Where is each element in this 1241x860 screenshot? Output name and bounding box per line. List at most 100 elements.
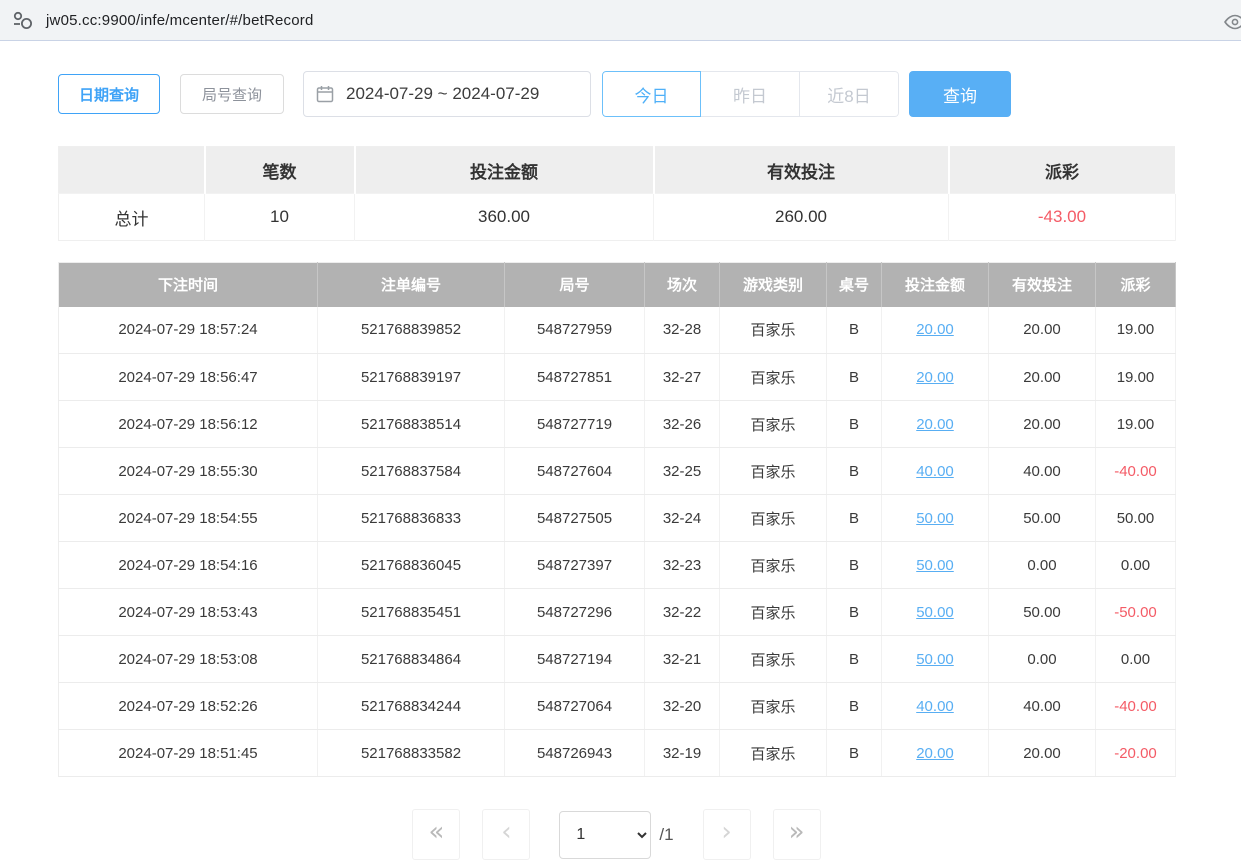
cell-order-no: 521768833582 xyxy=(318,730,505,777)
cell-game-type: 百家乐 xyxy=(720,589,827,636)
cell-payout: -50.00 xyxy=(1096,589,1176,636)
cell-payout: -20.00 xyxy=(1096,730,1176,777)
cell-order-no: 521768838514 xyxy=(318,401,505,448)
cell-order-no: 521768836833 xyxy=(318,495,505,542)
site-info-icon[interactable] xyxy=(10,7,36,33)
first-page-button[interactable]: « xyxy=(412,809,460,860)
cell-valid-bet: 40.00 xyxy=(989,683,1096,730)
cell-payout: 0.00 xyxy=(1096,542,1176,589)
first-page-icon: « xyxy=(428,817,444,847)
summary-header-bet-amount: 投注金额 xyxy=(355,147,654,194)
table-row: 2024-07-29 18:54:55521768836833548727505… xyxy=(59,495,1176,542)
bet-amount-link[interactable]: 50.00 xyxy=(916,510,954,527)
cell-session: 32-27 xyxy=(645,354,720,401)
cell-bet-amount: 50.00 xyxy=(882,495,989,542)
cell-bet-amount: 20.00 xyxy=(882,307,989,354)
table-row: 2024-07-29 18:55:30521768837584548727604… xyxy=(59,448,1176,495)
cell-time: 2024-07-29 18:53:43 xyxy=(59,589,318,636)
header-bet-amount: 投注金额 xyxy=(882,263,989,307)
cell-session: 32-19 xyxy=(645,730,720,777)
bet-amount-link[interactable]: 20.00 xyxy=(916,321,954,338)
total-pages-label: /1 xyxy=(659,825,673,845)
cell-table-no: B xyxy=(827,495,882,542)
cell-time: 2024-07-29 18:56:47 xyxy=(59,354,318,401)
cell-table-no: B xyxy=(827,542,882,589)
cell-table-no: B xyxy=(827,683,882,730)
date-query-tab-button[interactable]: 日期查询 xyxy=(58,74,160,114)
cell-game-type: 百家乐 xyxy=(720,448,827,495)
summary-total-payout: -43.00 xyxy=(949,194,1176,241)
cell-session: 32-23 xyxy=(645,542,720,589)
quick-button-today[interactable]: 今日 xyxy=(602,71,701,117)
cell-order-no: 521768834864 xyxy=(318,636,505,683)
bet-amount-link[interactable]: 20.00 xyxy=(916,416,954,433)
url-text[interactable]: jw05.cc:9900/infe/mcenter/#/betRecord xyxy=(46,12,314,29)
cell-table-no: B xyxy=(827,307,882,354)
cell-table-no: B xyxy=(827,448,882,495)
bet-amount-link[interactable]: 20.00 xyxy=(916,745,954,762)
quick-button-last8days[interactable]: 近8日 xyxy=(800,71,899,117)
cell-payout: 19.00 xyxy=(1096,401,1176,448)
header-table-no: 桌号 xyxy=(827,263,882,307)
cell-valid-bet: 50.00 xyxy=(989,495,1096,542)
cell-bet-amount: 50.00 xyxy=(882,636,989,683)
table-row: 2024-07-29 18:57:24521768839852548727959… xyxy=(59,307,1176,354)
date-range-picker[interactable]: 2024-07-29 ~ 2024-07-29 xyxy=(303,71,591,117)
cell-round-no: 548727719 xyxy=(505,401,645,448)
cell-session: 32-21 xyxy=(645,636,720,683)
summary-header-empty xyxy=(59,147,205,194)
cell-valid-bet: 20.00 xyxy=(989,730,1096,777)
header-order-no: 注单编号 xyxy=(318,263,505,307)
quick-button-yesterday[interactable]: 昨日 xyxy=(701,71,800,117)
cell-table-no: B xyxy=(827,730,882,777)
bet-amount-link[interactable]: 40.00 xyxy=(916,463,954,480)
cell-table-no: B xyxy=(827,589,882,636)
cell-order-no: 521768836045 xyxy=(318,542,505,589)
date-range-value: 2024-07-29 ~ 2024-07-29 xyxy=(346,84,539,104)
round-query-tab-button[interactable]: 局号查询 xyxy=(180,74,284,114)
table-row: 2024-07-29 18:53:08521768834864548727194… xyxy=(59,636,1176,683)
cell-time: 2024-07-29 18:51:45 xyxy=(59,730,318,777)
preview-eye-icon[interactable] xyxy=(1223,10,1241,34)
bet-amount-link[interactable]: 50.00 xyxy=(916,604,954,621)
bet-amount-link[interactable]: 40.00 xyxy=(916,698,954,715)
bet-amount-link[interactable]: 50.00 xyxy=(916,651,954,668)
last-page-icon: » xyxy=(789,817,805,847)
cell-valid-bet: 40.00 xyxy=(989,448,1096,495)
cell-bet-amount: 20.00 xyxy=(882,354,989,401)
cell-valid-bet: 20.00 xyxy=(989,354,1096,401)
last-page-button[interactable]: » xyxy=(773,809,821,860)
next-page-button[interactable]: › xyxy=(703,809,751,860)
bet-amount-link[interactable]: 20.00 xyxy=(916,369,954,386)
cell-payout: -40.00 xyxy=(1096,683,1176,730)
prev-page-button[interactable]: ‹ xyxy=(482,809,530,860)
bet-record-table: 下注时间 注单编号 局号 场次 游戏类别 桌号 投注金额 有效投注 派彩 202… xyxy=(58,262,1176,777)
summary-total-row: 总计 10 360.00 260.00 -43.00 xyxy=(59,194,1176,241)
cell-round-no: 548727064 xyxy=(505,683,645,730)
search-button[interactable]: 查询 xyxy=(909,71,1011,117)
cell-session: 32-20 xyxy=(645,683,720,730)
cell-round-no: 548727604 xyxy=(505,448,645,495)
summary-header-payout: 派彩 xyxy=(949,147,1176,194)
cell-time: 2024-07-29 18:54:55 xyxy=(59,495,318,542)
bet-table-header-row: 下注时间 注单编号 局号 场次 游戏类别 桌号 投注金额 有效投注 派彩 xyxy=(59,263,1176,307)
cell-payout: -40.00 xyxy=(1096,448,1176,495)
summary-header-valid-bet: 有效投注 xyxy=(654,147,949,194)
cell-payout: 50.00 xyxy=(1096,495,1176,542)
header-valid-bet: 有效投注 xyxy=(989,263,1096,307)
cell-time: 2024-07-29 18:55:30 xyxy=(59,448,318,495)
cell-session: 32-24 xyxy=(645,495,720,542)
cell-bet-amount: 20.00 xyxy=(882,401,989,448)
cell-table-no: B xyxy=(827,401,882,448)
cell-payout: 19.00 xyxy=(1096,354,1176,401)
summary-total-count: 10 xyxy=(205,194,355,241)
browser-address-bar[interactable]: jw05.cc:9900/infe/mcenter/#/betRecord xyxy=(0,0,1241,41)
bet-amount-link[interactable]: 50.00 xyxy=(916,557,954,574)
cell-bet-amount: 50.00 xyxy=(882,542,989,589)
cell-payout: 0.00 xyxy=(1096,636,1176,683)
page-select[interactable]: 1 xyxy=(559,811,651,859)
header-game-type: 游戏类别 xyxy=(720,263,827,307)
header-bet-time: 下注时间 xyxy=(59,263,318,307)
cell-game-type: 百家乐 xyxy=(720,730,827,777)
cell-bet-amount: 50.00 xyxy=(882,589,989,636)
